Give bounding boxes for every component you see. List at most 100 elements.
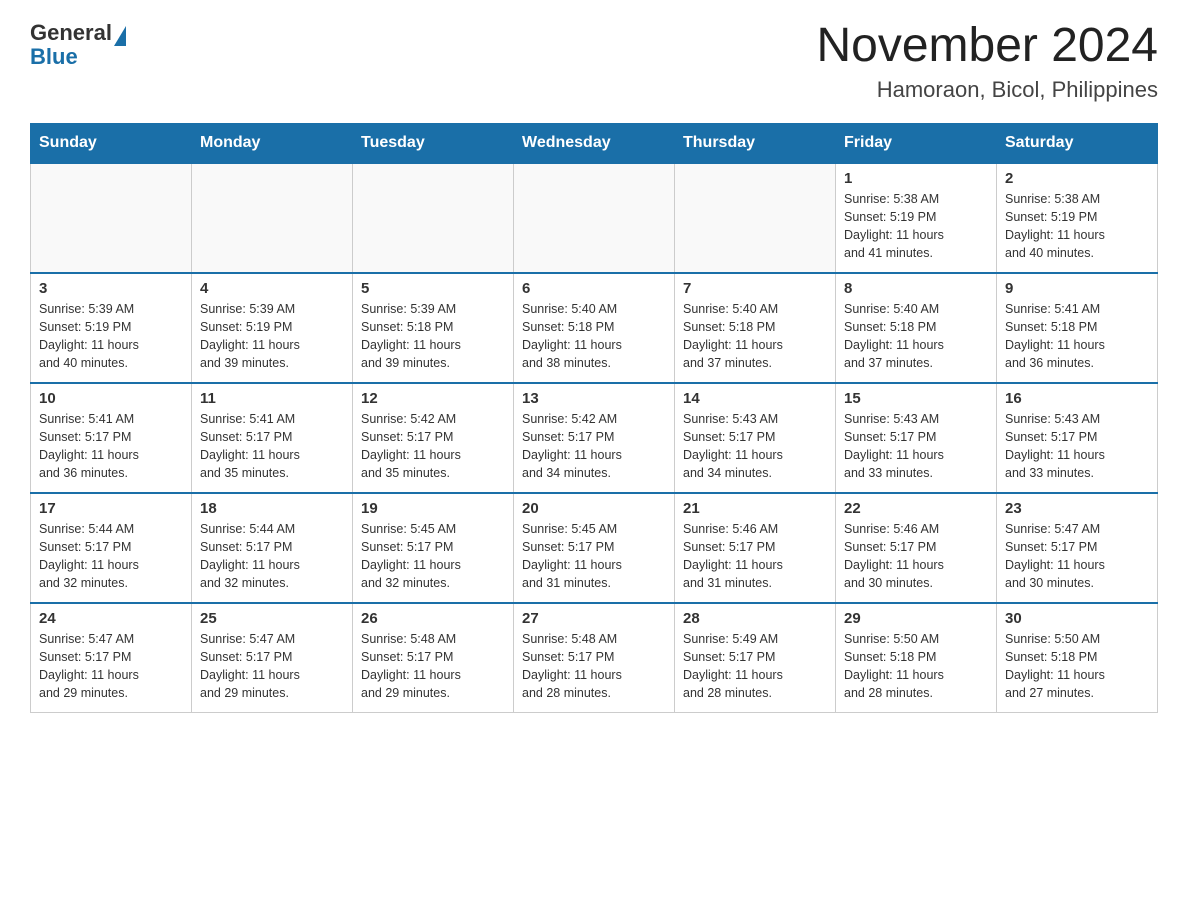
day-number: 25 bbox=[200, 610, 344, 627]
logo-general-text: General bbox=[30, 20, 112, 45]
day-number: 6 bbox=[522, 280, 666, 297]
calendar-cell: 3Sunrise: 5:39 AM Sunset: 5:19 PM Daylig… bbox=[31, 273, 192, 383]
week-row-4: 17 Sunrise: 5:44 AM Sunset: 5:17 PM Dayli… bbox=[31, 493, 1158, 603]
header-day-saturday: Saturday bbox=[997, 123, 1158, 163]
calendar-cell: 4 Sunrise: 5:39 AM Sunset: 5:19 PM Daylig… bbox=[192, 273, 353, 383]
day-number: 28 bbox=[683, 610, 827, 627]
calendar-cell: 2 Sunrise: 5:38 AM Sunset: 5:19 PM Daylig… bbox=[997, 163, 1158, 273]
day-info: Sunrise: 5:46 AM Sunset: 5:17 PM Dayligh… bbox=[844, 520, 988, 593]
day-number: 26 bbox=[361, 610, 505, 627]
day-number: 12 bbox=[361, 390, 505, 407]
day-number: 16 bbox=[1005, 390, 1149, 407]
day-info: Sunrise: 5:46 AM Sunset: 5:17 PM Dayligh… bbox=[683, 520, 827, 593]
day-info: Sunrise: 5:49 AM Sunset: 5:17 PM Dayligh… bbox=[683, 630, 827, 703]
day-number: 8 bbox=[844, 280, 988, 297]
week-row-5: 24 Sunrise: 5:47 AM Sunset: 5:17 PM Dayli… bbox=[31, 603, 1158, 713]
calendar-cell: 20 Sunrise: 5:45 AM Sunset: 5:17 PM Dayli… bbox=[514, 493, 675, 603]
calendar-cell: 23 Sunrise: 5:47 AM Sunset: 5:17 PM Dayli… bbox=[997, 493, 1158, 603]
month-year-title: November 2024 bbox=[816, 20, 1158, 73]
calendar-cell: 16Sunrise: 5:43 AM Sunset: 5:17 PM Dayli… bbox=[997, 383, 1158, 493]
calendar-cell: 6Sunrise: 5:40 AM Sunset: 5:18 PM Daylig… bbox=[514, 273, 675, 383]
day-info: Sunrise: 5:41 AM Sunset: 5:18 PM Dayligh… bbox=[1005, 300, 1149, 373]
calendar-cell: 9 Sunrise: 5:41 AM Sunset: 5:18 PM Daylig… bbox=[997, 273, 1158, 383]
calendar-cell: 10 Sunrise: 5:41 AM Sunset: 5:17 PM Dayli… bbox=[31, 383, 192, 493]
day-info: Sunrise: 5:39 AM Sunset: 5:19 PM Dayligh… bbox=[200, 300, 344, 373]
day-info: Sunrise: 5:47 AM Sunset: 5:17 PM Dayligh… bbox=[39, 630, 183, 703]
calendar-cell: 17 Sunrise: 5:44 AM Sunset: 5:17 PM Dayli… bbox=[31, 493, 192, 603]
day-number: 20 bbox=[522, 500, 666, 517]
day-info: Sunrise: 5:50 AM Sunset: 5:18 PM Dayligh… bbox=[1005, 630, 1149, 703]
day-info: Sunrise: 5:44 AM Sunset: 5:17 PM Dayligh… bbox=[39, 520, 183, 593]
day-number: 4 bbox=[200, 280, 344, 297]
day-info: Sunrise: 5:45 AM Sunset: 5:17 PM Dayligh… bbox=[361, 520, 505, 593]
calendar-cell bbox=[675, 163, 836, 273]
header-row: SundayMondayTuesdayWednesdayThursdayFrid… bbox=[31, 123, 1158, 163]
day-number: 19 bbox=[361, 500, 505, 517]
day-info: Sunrise: 5:42 AM Sunset: 5:17 PM Dayligh… bbox=[522, 410, 666, 483]
header-day-wednesday: Wednesday bbox=[514, 123, 675, 163]
calendar-cell: 18 Sunrise: 5:44 AM Sunset: 5:17 PM Dayli… bbox=[192, 493, 353, 603]
day-number: 14 bbox=[683, 390, 827, 407]
day-info: Sunrise: 5:38 AM Sunset: 5:19 PM Dayligh… bbox=[844, 190, 988, 263]
calendar-cell: 28 Sunrise: 5:49 AM Sunset: 5:17 PM Dayli… bbox=[675, 603, 836, 713]
header-day-tuesday: Tuesday bbox=[353, 123, 514, 163]
calendar-cell: 11 Sunrise: 5:41 AM Sunset: 5:17 PM Dayli… bbox=[192, 383, 353, 493]
calendar-cell bbox=[192, 163, 353, 273]
calendar-cell: 22 Sunrise: 5:46 AM Sunset: 5:17 PM Dayli… bbox=[836, 493, 997, 603]
calendar-cell bbox=[353, 163, 514, 273]
day-info: Sunrise: 5:47 AM Sunset: 5:17 PM Dayligh… bbox=[1005, 520, 1149, 593]
calendar-cell: 24 Sunrise: 5:47 AM Sunset: 5:17 PM Dayli… bbox=[31, 603, 192, 713]
header-day-monday: Monday bbox=[192, 123, 353, 163]
day-number: 15 bbox=[844, 390, 988, 407]
day-number: 23 bbox=[1005, 500, 1149, 517]
day-info: Sunrise: 5:40 AM Sunset: 5:18 PM Dayligh… bbox=[844, 300, 988, 373]
day-info: Sunrise: 5:44 AM Sunset: 5:17 PM Dayligh… bbox=[200, 520, 344, 593]
calendar-header: SundayMondayTuesdayWednesdayThursdayFrid… bbox=[31, 123, 1158, 163]
location-subtitle: Hamoraon, Bicol, Philippines bbox=[816, 77, 1158, 103]
day-info: Sunrise: 5:39 AM Sunset: 5:18 PM Dayligh… bbox=[361, 300, 505, 373]
day-info: Sunrise: 5:41 AM Sunset: 5:17 PM Dayligh… bbox=[200, 410, 344, 483]
day-info: Sunrise: 5:48 AM Sunset: 5:17 PM Dayligh… bbox=[522, 630, 666, 703]
calendar-cell: 30Sunrise: 5:50 AM Sunset: 5:18 PM Dayli… bbox=[997, 603, 1158, 713]
calendar-cell: 15 Sunrise: 5:43 AM Sunset: 5:17 PM Dayli… bbox=[836, 383, 997, 493]
day-number: 22 bbox=[844, 500, 988, 517]
day-info: Sunrise: 5:50 AM Sunset: 5:18 PM Dayligh… bbox=[844, 630, 988, 703]
day-info: Sunrise: 5:43 AM Sunset: 5:17 PM Dayligh… bbox=[844, 410, 988, 483]
calendar-table: SundayMondayTuesdayWednesdayThursdayFrid… bbox=[30, 123, 1158, 714]
logo-blue-text: Blue bbox=[30, 44, 126, 70]
calendar-cell bbox=[31, 163, 192, 273]
calendar-cell: 26 Sunrise: 5:48 AM Sunset: 5:17 PM Dayli… bbox=[353, 603, 514, 713]
day-number: 2 bbox=[1005, 170, 1149, 187]
day-info: Sunrise: 5:38 AM Sunset: 5:19 PM Dayligh… bbox=[1005, 190, 1149, 263]
calendar-body: 1Sunrise: 5:38 AM Sunset: 5:19 PM Daylig… bbox=[31, 163, 1158, 713]
day-info: Sunrise: 5:42 AM Sunset: 5:17 PM Dayligh… bbox=[361, 410, 505, 483]
day-number: 27 bbox=[522, 610, 666, 627]
day-number: 7 bbox=[683, 280, 827, 297]
calendar-cell: 27 Sunrise: 5:48 AM Sunset: 5:17 PM Dayli… bbox=[514, 603, 675, 713]
day-number: 9 bbox=[1005, 280, 1149, 297]
calendar-cell: 7Sunrise: 5:40 AM Sunset: 5:18 PM Daylig… bbox=[675, 273, 836, 383]
week-row-2: 3 Sunrise: 5:39 AM Sunset: 5:19 PM Daylig… bbox=[31, 273, 1158, 383]
day-number: 18 bbox=[200, 500, 344, 517]
calendar-cell: 21Sunrise: 5:46 AM Sunset: 5:17 PM Dayli… bbox=[675, 493, 836, 603]
week-row-3: 10 Sunrise: 5:41 AM Sunset: 5:17 PM Dayli… bbox=[31, 383, 1158, 493]
day-info: Sunrise: 5:48 AM Sunset: 5:17 PM Dayligh… bbox=[361, 630, 505, 703]
header: General Blue November 2024 Hamoraon, Bic… bbox=[30, 20, 1158, 103]
header-day-sunday: Sunday bbox=[31, 123, 192, 163]
calendar-cell: 8 Sunrise: 5:40 AM Sunset: 5:18 PM Daylig… bbox=[836, 273, 997, 383]
day-number: 29 bbox=[844, 610, 988, 627]
calendar-cell: 5 Sunrise: 5:39 AM Sunset: 5:18 PM Daylig… bbox=[353, 273, 514, 383]
header-day-thursday: Thursday bbox=[675, 123, 836, 163]
week-row-1: 1Sunrise: 5:38 AM Sunset: 5:19 PM Daylig… bbox=[31, 163, 1158, 273]
day-info: Sunrise: 5:41 AM Sunset: 5:17 PM Dayligh… bbox=[39, 410, 183, 483]
logo-triangle-icon bbox=[114, 26, 126, 46]
day-number: 3 bbox=[39, 280, 183, 297]
day-info: Sunrise: 5:45 AM Sunset: 5:17 PM Dayligh… bbox=[522, 520, 666, 593]
day-number: 24 bbox=[39, 610, 183, 627]
day-number: 5 bbox=[361, 280, 505, 297]
title-area: November 2024 Hamoraon, Bicol, Philippin… bbox=[816, 20, 1158, 103]
day-number: 11 bbox=[200, 390, 344, 407]
day-number: 17 bbox=[39, 500, 183, 517]
day-number: 10 bbox=[39, 390, 183, 407]
calendar-cell: 19 Sunrise: 5:45 AM Sunset: 5:17 PM Dayli… bbox=[353, 493, 514, 603]
